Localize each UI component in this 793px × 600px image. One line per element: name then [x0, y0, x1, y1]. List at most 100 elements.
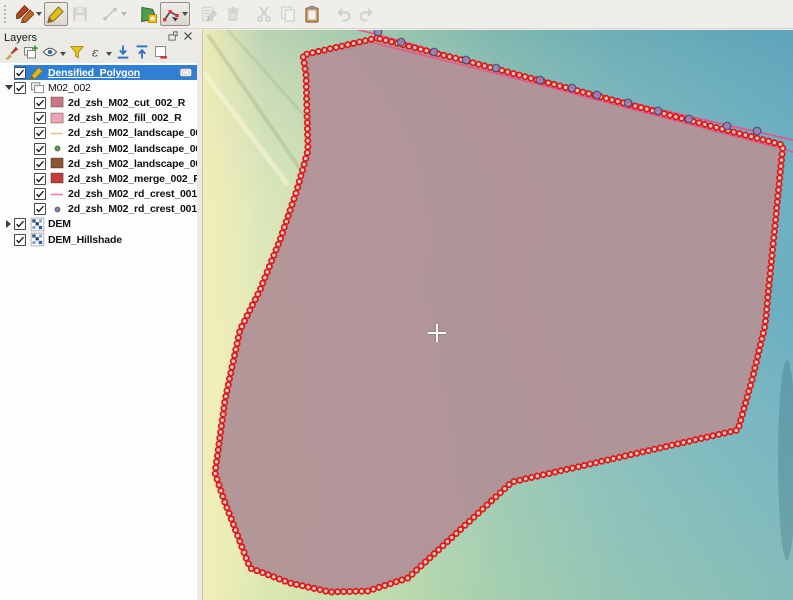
vertex-marker[interactable]	[743, 400, 748, 405]
layer-visibility-checkbox[interactable]	[34, 112, 46, 124]
vertex-marker[interactable]	[737, 131, 742, 136]
vertex-marker[interactable]	[777, 181, 782, 186]
vertex-marker[interactable]	[224, 505, 229, 510]
vertex-marker[interactable]	[552, 82, 557, 87]
vertex-marker[interactable]	[312, 586, 317, 591]
vertex-marker[interactable]	[766, 283, 771, 288]
vertex-marker[interactable]	[441, 53, 446, 58]
vertex-marker[interactable]	[305, 132, 310, 137]
map-canvas[interactable]	[203, 30, 793, 600]
vertex-marker[interactable]	[755, 354, 760, 359]
layer-visibility-checkbox[interactable]	[34, 143, 46, 155]
vertex-marker[interactable]	[300, 583, 305, 588]
vertex-marker[interactable]	[276, 242, 281, 247]
vertex-marker[interactable]	[764, 307, 769, 312]
vertex-marker[interactable]	[424, 48, 429, 53]
vertex-marker[interactable]	[658, 445, 663, 450]
vertex-marker[interactable]	[304, 96, 309, 101]
expander-closed-icon[interactable]	[3, 220, 14, 228]
vertex-marker[interactable]	[305, 114, 310, 119]
layer-row-2d_zsh_m02_landscape_002_l[interactable]: 2d_zsh_M02_landscape_002_L	[0, 126, 197, 141]
vertex-marker[interactable]	[304, 78, 309, 83]
vertex-marker[interactable]	[255, 292, 260, 297]
vertex-marker[interactable]	[335, 589, 340, 594]
vertex-marker[interactable]	[371, 587, 376, 592]
vertex-marker[interactable]	[586, 91, 591, 96]
vertex-marker[interactable]	[277, 576, 282, 581]
layer-row-2d_zsh_m02_merge_002_r[interactable]: 2d_zsh_M02_merge_002_R	[0, 171, 197, 186]
vertex-marker[interactable]	[743, 133, 748, 138]
vertex-marker[interactable]	[215, 453, 220, 458]
vertex-marker[interactable]	[681, 440, 686, 445]
vertex-marker[interactable]	[702, 122, 707, 127]
layer-row-2d_zsh_m02_rd_crest_001_l[interactable]: 2d_zsh_M02_rd_crest_001_L	[0, 187, 197, 202]
vertex-marker[interactable]	[669, 443, 674, 448]
vertex-marker[interactable]	[664, 444, 669, 449]
vertex-marker[interactable]	[249, 566, 254, 571]
vertex-marker[interactable]	[634, 451, 639, 456]
vertex-marker[interactable]	[605, 457, 610, 462]
vertex-marker[interactable]	[412, 45, 417, 50]
vertex-marker[interactable]	[301, 54, 306, 59]
layer-visibility-checkbox[interactable]	[14, 67, 26, 79]
vertex-marker[interactable]	[382, 583, 387, 588]
vertex-marker[interactable]	[588, 461, 593, 466]
vertex-marker[interactable]	[236, 335, 241, 340]
vertex-marker[interactable]	[535, 474, 540, 479]
vertex-marker[interactable]	[305, 150, 310, 155]
vertex-marker[interactable]	[305, 138, 310, 143]
layer-visibility-checkbox[interactable]	[34, 158, 46, 170]
vertex-marker[interactable]	[377, 585, 382, 590]
vertex-marker[interactable]	[772, 223, 777, 228]
vertex-marker[interactable]	[235, 533, 240, 538]
vertex-marker[interactable]	[227, 376, 232, 381]
vertex-marker[interactable]	[317, 587, 322, 592]
vertex-marker[interactable]	[482, 63, 487, 68]
vertex-marker[interactable]	[377, 36, 382, 41]
vertex-marker[interactable]	[751, 371, 756, 376]
vertex-marker[interactable]	[288, 581, 293, 586]
vertex-marker[interactable]	[699, 436, 704, 441]
vertex-marker[interactable]	[778, 142, 783, 147]
vertex-marker[interactable]	[693, 437, 698, 442]
vertex-marker[interactable]	[353, 589, 358, 594]
vertex-marker[interactable]	[250, 302, 255, 307]
vertex-marker[interactable]	[228, 370, 233, 375]
vertex-marker[interactable]	[235, 341, 240, 346]
vertex-marker[interactable]	[547, 471, 552, 476]
vertex-marker[interactable]	[310, 50, 315, 55]
vertex-marker[interactable]	[505, 69, 510, 74]
vertex-marker[interactable]	[765, 301, 770, 306]
vertex-marker[interactable]	[221, 412, 226, 417]
vertex-marker[interactable]	[775, 199, 780, 204]
vertex-marker[interactable]	[303, 66, 308, 71]
vertex-marker[interactable]	[687, 439, 692, 444]
vertex-marker[interactable]	[214, 459, 219, 464]
float-panel-button[interactable]	[166, 32, 179, 44]
vertex-marker[interactable]	[771, 241, 776, 246]
vertex-marker[interactable]	[406, 44, 411, 49]
vertex-marker[interactable]	[541, 472, 546, 477]
vertex-marker[interactable]	[220, 418, 225, 423]
vertex-marker[interactable]	[222, 500, 227, 505]
vertex-marker[interactable]	[242, 318, 247, 323]
vertex-marker[interactable]	[774, 205, 779, 210]
vertex-marker[interactable]	[290, 202, 295, 207]
vertex-marker[interactable]	[750, 377, 755, 382]
vertex-marker[interactable]	[322, 48, 327, 53]
vertex-marker[interactable]	[558, 468, 563, 473]
vertex-marker[interactable]	[511, 479, 516, 484]
vertex-marker[interactable]	[528, 76, 533, 81]
vertex-marker[interactable]	[638, 105, 643, 110]
vertex-marker[interactable]	[582, 463, 587, 468]
vertex-marker[interactable]	[388, 581, 393, 586]
vertex-marker[interactable]	[675, 441, 680, 446]
vertex-marker[interactable]	[773, 217, 778, 222]
vertex-marker[interactable]	[599, 459, 604, 464]
layer-visibility-checkbox[interactable]	[34, 97, 46, 109]
vertex-marker[interactable]	[232, 353, 237, 358]
filter-by-expression-button[interactable]: ε	[88, 46, 112, 63]
current-edits-button[interactable]	[14, 2, 44, 26]
vertex-marker[interactable]	[759, 336, 764, 341]
vertex-marker[interactable]	[305, 120, 310, 125]
